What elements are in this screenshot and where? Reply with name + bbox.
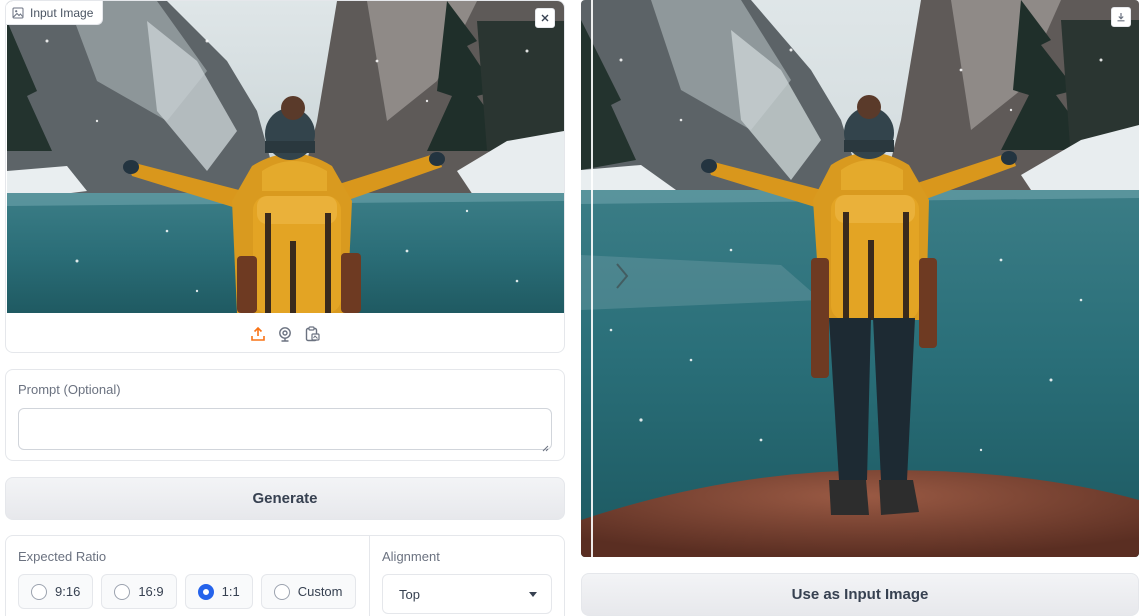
ratio-option-custom[interactable]: Custom	[260, 574, 356, 609]
ratio-option-9-16[interactable]: 9:16	[18, 574, 94, 609]
input-image-panel[interactable]: Input Image	[5, 0, 565, 353]
output-photo	[581, 0, 1139, 557]
input-image-label-text: Input Image	[30, 5, 94, 20]
expected-ratio-group: Expected Ratio 9:16 16:9 1:1 Custom	[6, 536, 370, 616]
download-icon	[1116, 12, 1126, 22]
input-image-label: Input Image	[6, 1, 104, 25]
image-source-bar	[6, 313, 564, 352]
alignment-dropdown[interactable]: Top	[382, 574, 552, 614]
alignment-value: Top	[399, 586, 420, 602]
generate-button[interactable]: Generate	[5, 477, 565, 520]
ratio-option-label: 9:16	[55, 584, 81, 599]
image-icon	[12, 7, 24, 19]
ratio-option-label: 16:9	[138, 584, 164, 599]
webcam-icon[interactable]	[277, 326, 293, 342]
chevron-right-icon[interactable]	[615, 262, 629, 290]
radio-checked-icon[interactable]	[197, 583, 214, 600]
ratio-option-label: Custom	[297, 584, 343, 599]
alignment-label: Alignment	[382, 549, 440, 564]
comparison-slider-handle[interactable]	[591, 0, 593, 557]
prompt-label: Prompt (Optional)	[18, 382, 121, 397]
clipboard-icon[interactable]	[304, 325, 320, 342]
ratio-options: 9:16 16:9 1:1 Custom	[18, 574, 356, 609]
ratio-option-16-9[interactable]: 16:9	[101, 574, 177, 609]
ratio-option-1-1[interactable]: 1:1	[184, 574, 253, 609]
expected-ratio-label: Expected Ratio	[18, 549, 107, 564]
settings-row: Expected Ratio 9:16 16:9 1:1 Custom Alig…	[5, 535, 565, 616]
radio-icon[interactable]	[273, 583, 290, 600]
clear-image-button[interactable]	[535, 8, 555, 28]
download-button[interactable]	[1111, 7, 1131, 27]
upload-icon[interactable]	[250, 326, 266, 342]
radio-icon[interactable]	[114, 583, 131, 600]
input-photo[interactable]	[7, 1, 564, 313]
ratio-option-label: 1:1	[221, 584, 240, 599]
resize-handle-icon[interactable]	[541, 439, 549, 452]
radio-icon[interactable]	[31, 583, 47, 600]
use-as-input-button[interactable]: Use as Input Image	[581, 573, 1139, 616]
prompt-block: Prompt (Optional)	[5, 369, 565, 461]
close-icon	[540, 13, 550, 23]
output-image-panel[interactable]	[581, 0, 1139, 557]
caret-down-icon	[529, 591, 537, 597]
prompt-input[interactable]	[18, 408, 552, 452]
